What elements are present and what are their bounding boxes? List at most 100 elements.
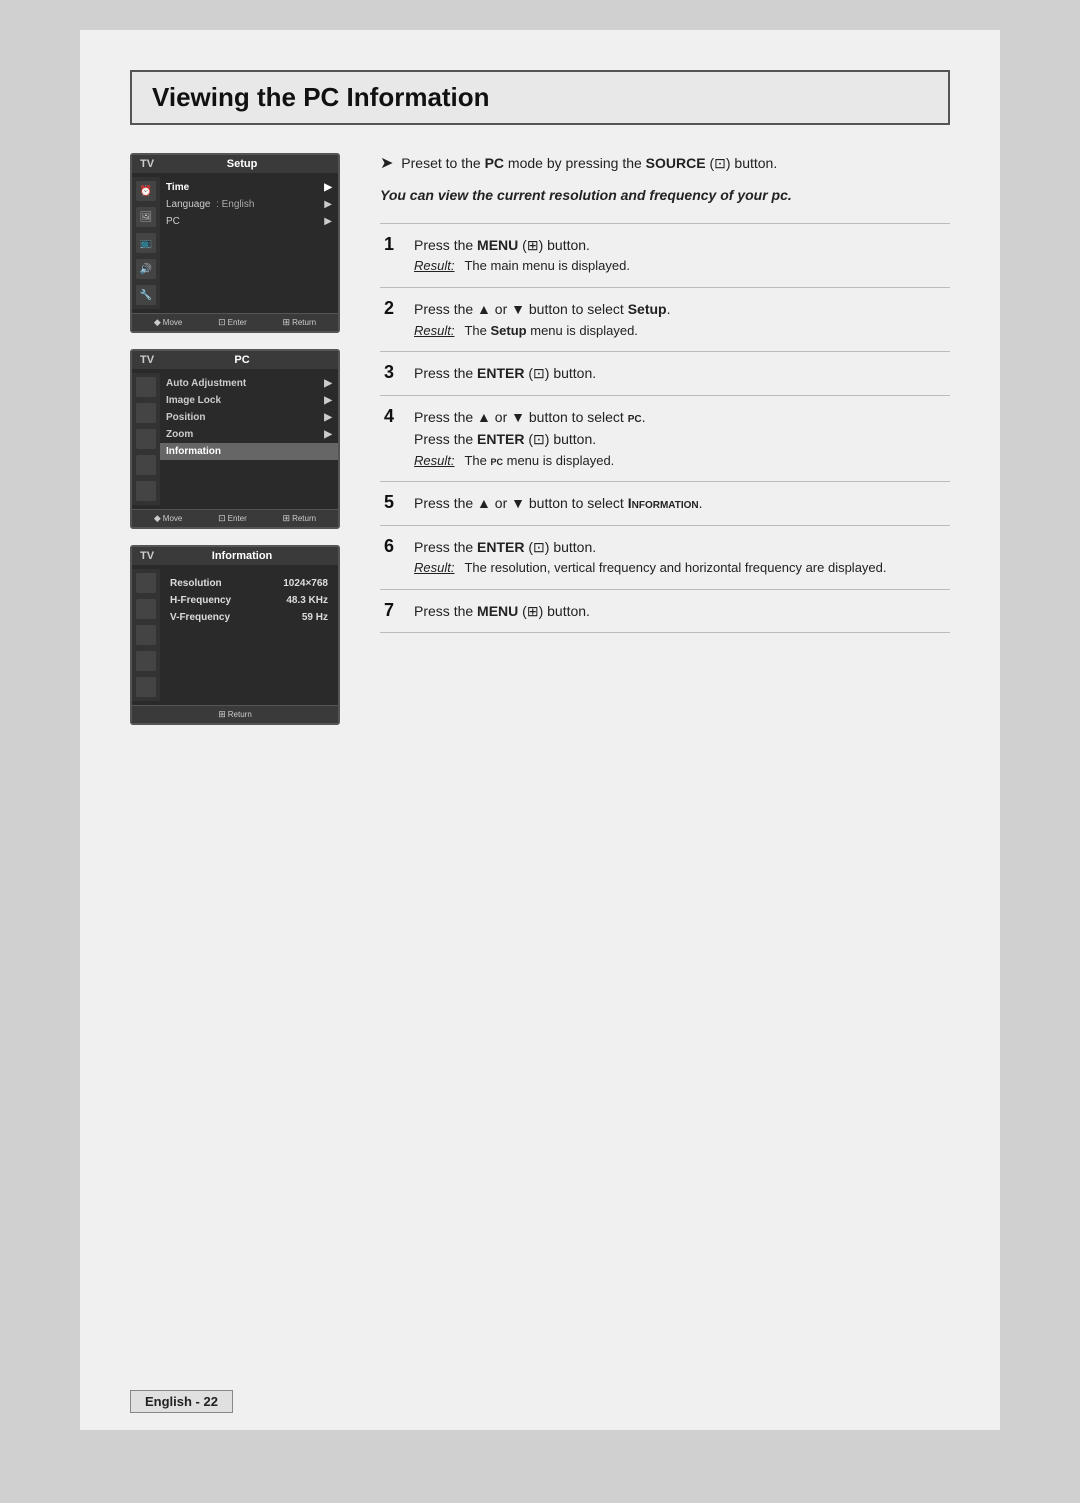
pc-arrow-imagelock: ▶ [324,395,332,406]
result-text-6: The resolution, vertical frequency and h… [464,558,886,579]
info-value-resolution: 1024×768 [283,578,328,589]
icon-clock: ⏰ [136,181,156,201]
result-label-2: Result: [414,321,454,342]
icon-channel: 📺 [136,233,156,253]
result-text-2: The Setup menu is displayed. [464,321,637,342]
tv-screen-setup-header: TV Setup [132,155,338,173]
step-num-1: 1 [380,224,408,288]
step-num-3: 3 [380,352,408,395]
icon-pc-4 [136,455,156,475]
icon-sound: 🔊 [136,259,156,279]
icon-info-4 [136,651,156,671]
step-content-2: Press the ▲ or ▼ button to select Setup.… [408,288,950,352]
setup-arrow-language: ▶ [324,199,332,210]
page-title: Viewing the PC Information [152,82,490,112]
tv-screen-pc-footer: ◆ Move ⊡ Enter ⊞ Return [132,509,338,527]
tv-screen-info-footer: ⊞ Return [132,705,338,723]
tv-label-1: TV [140,158,154,170]
icon-info-1 [136,573,156,593]
step-num-5: 5 [380,482,408,525]
info-value-vfreq: 59 Hz [302,612,328,623]
step-num-7: 7 [380,589,408,632]
info-label-hfreq: H-Frequency [170,595,231,606]
footer-return-2: ⊞ Return [283,513,317,524]
setup-row-time: Time ▶ [160,179,338,196]
pc-item-autoadj: Auto Adjustment [166,378,246,389]
right-column: ➤ Preset to the PC mode by pressing the … [380,153,950,633]
icon-info-5 [136,677,156,697]
tv-title-2: PC [154,354,330,366]
step-content-6: Press the ENTER (⊡) button. Result: The … [408,525,950,589]
icon-picture: 🖼 [136,207,156,227]
tv-screen-pc-header: TV PC [132,351,338,369]
setup-item-time: Time [166,182,189,193]
info-label-resolution: Resolution [170,578,222,589]
footer-return-3: ⊞ Return [218,709,252,720]
tv-screen-pc: TV PC [130,349,340,529]
italic-note: You can view the current resolution and … [380,187,950,203]
info-label-vfreq: V-Frequency [170,612,230,623]
step-row-6: 6 Press the ENTER (⊡) button. Result: Th… [380,525,950,589]
tv-title-1: Setup [154,158,330,170]
step-content-1: Press the MENU (⊞) button. Result: The m… [408,224,950,288]
tv-screen-setup: TV Setup ⏰ 🖼 📺 🔊 🔧 [130,153,340,333]
setup-item-language: Language : English [166,199,254,210]
step-row-7: 7 Press the MENU (⊞) button. [380,589,950,632]
main-layout: TV Setup ⏰ 🖼 📺 🔊 🔧 [130,153,950,741]
tv-title-3: Information [154,550,330,562]
tv-screen-information: TV Information [130,545,340,725]
tv-screen-pc-body: Auto Adjustment ▶ Image Lock ▶ Position … [132,369,338,509]
pc-row-information: Information [160,443,338,460]
footer-enter-1: ⊡ Enter [218,317,247,328]
icon-info-2 [136,599,156,619]
step-row-2: 2 Press the ▲ or ▼ button to select Setu… [380,288,950,352]
tv-screen-setup-body: ⏰ 🖼 📺 🔊 🔧 Time ▶ [132,173,338,313]
pc-item-zoom: Zoom [166,429,193,440]
setup-item-pc: PC [166,216,180,227]
pc-arrow-autoadj: ▶ [324,378,332,389]
setup-arrow-pc: ▶ [324,216,332,227]
left-column: TV Setup ⏰ 🖼 📺 🔊 🔧 [130,153,350,741]
pc-row-position: Position ▶ [160,409,338,426]
icon-pc-1 [136,377,156,397]
info-row-hfreq: H-Frequency 48.3 KHz [166,592,332,609]
page-footer: English - 22 [130,1393,233,1410]
step-row-1: 1 Press the MENU (⊞) button. Result: The… [380,224,950,288]
icon-info-3 [136,625,156,645]
info-row-vfreq: V-Frequency 59 Hz [166,609,332,626]
tv-label-2: TV [140,354,154,366]
icon-pc-5 [136,481,156,501]
icon-tools: 🔧 [136,285,156,305]
result-text-1: The main menu is displayed. [464,256,629,277]
footer-enter-2: ⊡ Enter [218,513,247,524]
step-content-7: Press the MENU (⊞) button. [408,589,950,632]
page-number: English - 22 [130,1390,233,1413]
tv-screen-info-body: Resolution 1024×768 H-Frequency 48.3 KHz… [132,565,338,705]
result-text-4: The pc menu is displayed. [464,451,614,472]
step-num-2: 2 [380,288,408,352]
footer-move-2: ◆ Move [154,513,182,524]
step-row-4: 4 Press the ▲ or ▼ button to select pc. … [380,395,950,482]
icon-pc-2 [136,403,156,423]
tv-screen-setup-footer: ◆ Move ⊡ Enter ⊞ Return [132,313,338,331]
step-num-4: 4 [380,395,408,482]
step-row-5: 5 Press the ▲ or ▼ button to select Info… [380,482,950,525]
setup-row-language: Language : English ▶ [160,196,338,213]
step-num-6: 6 [380,525,408,589]
pc-arrow-position: ▶ [324,412,332,423]
pc-row-zoom: Zoom ▶ [160,426,338,443]
step-content-4: Press the ▲ or ▼ button to select pc. Pr… [408,395,950,482]
pc-row-autoadj: Auto Adjustment ▶ [160,375,338,392]
title-box: Viewing the PC Information [130,70,950,125]
result-label-1: Result: [414,256,454,277]
pc-arrow-zoom: ▶ [324,429,332,440]
tv-screen-info-header: TV Information [132,547,338,565]
footer-return-1: ⊞ Return [283,317,317,328]
preset-note: ➤ Preset to the PC mode by pressing the … [380,153,950,173]
result-label-6: Result: [414,558,454,579]
step-content-3: Press the ENTER (⊡) button. [408,352,950,395]
instruction-table: 1 Press the MENU (⊞) button. Result: The… [380,223,950,633]
page: Viewing the PC Information TV Setup ⏰ 🖼 [80,30,1000,1430]
setup-row-pc: PC ▶ [160,213,338,230]
icon-pc-3 [136,429,156,449]
